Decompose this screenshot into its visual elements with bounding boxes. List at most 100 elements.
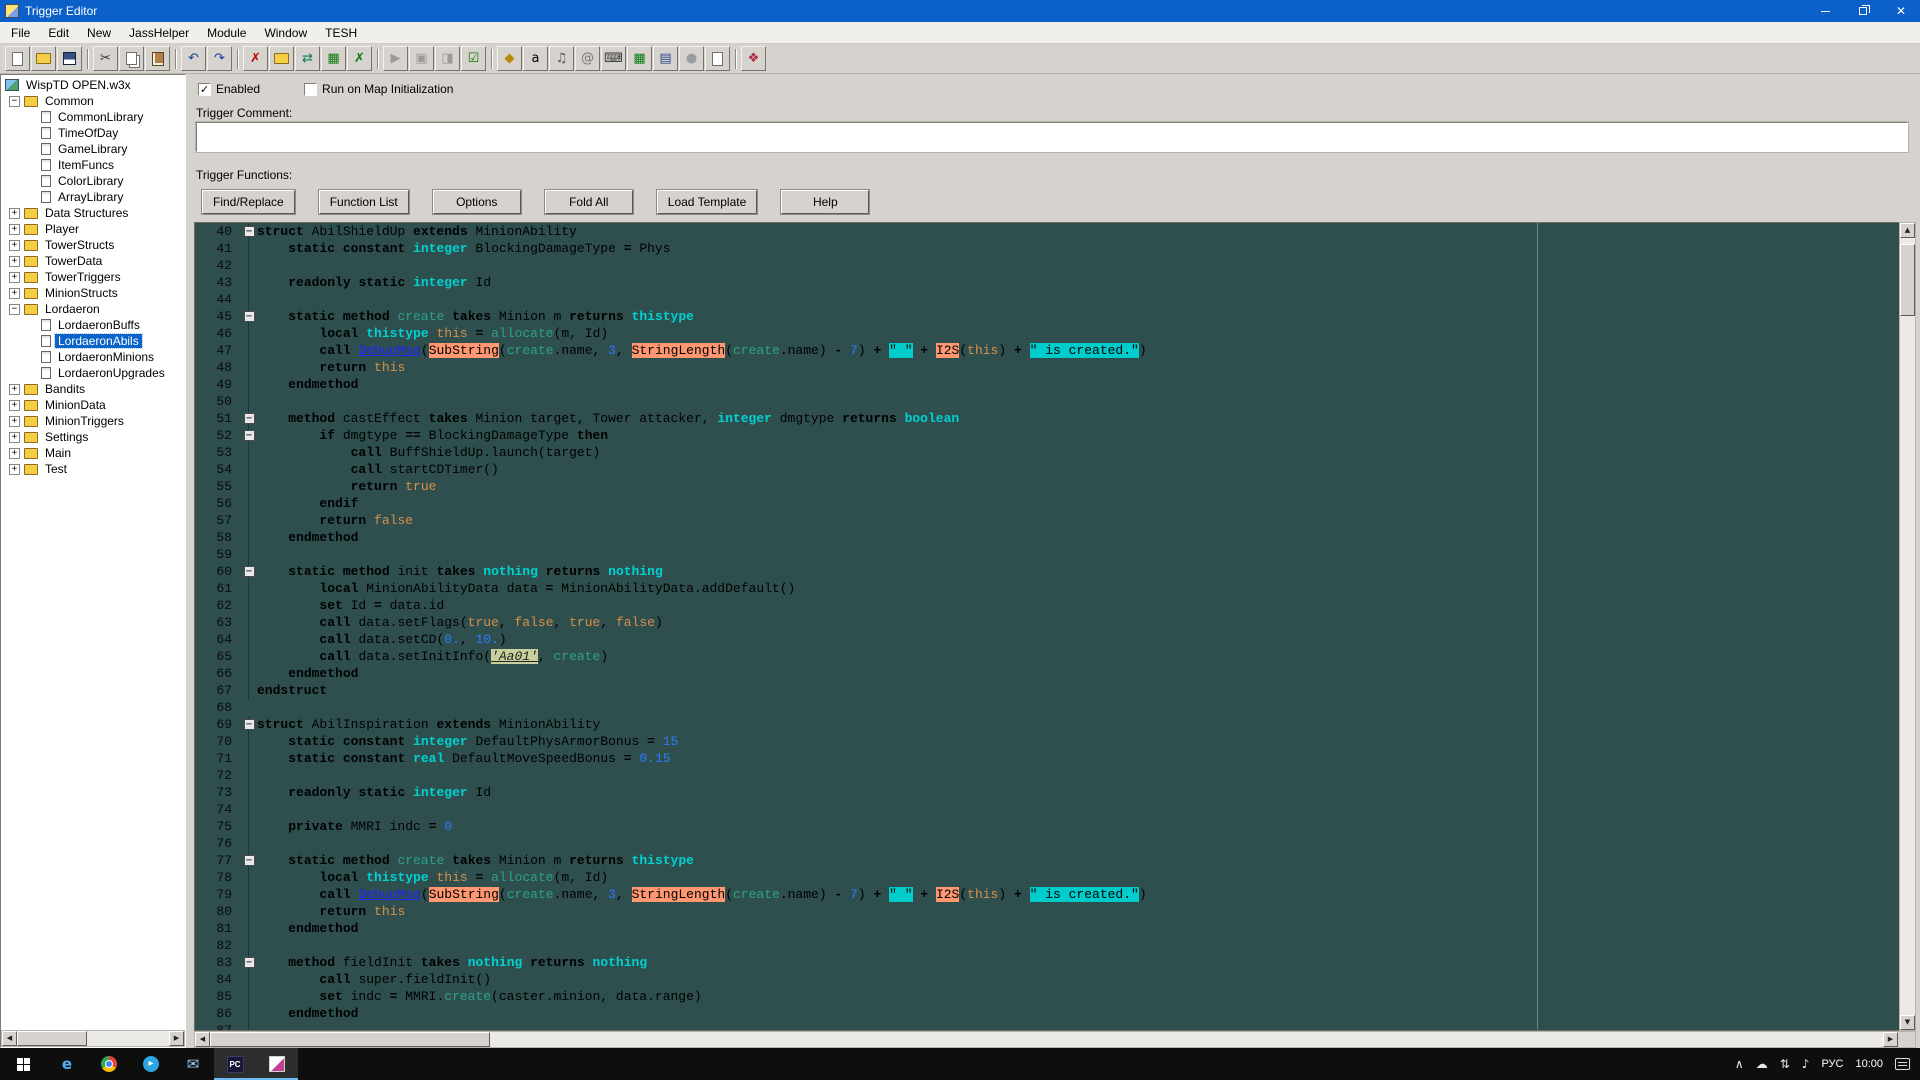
- scroll-thumb[interactable]: [17, 1031, 87, 1046]
- paste-button[interactable]: [145, 46, 170, 71]
- sound-button[interactable]: ♫: [549, 46, 574, 71]
- tree-item-colorlibrary[interactable]: ColorLibrary: [1, 173, 185, 189]
- tree-item-arraylibrary[interactable]: ArrayLibrary: [1, 189, 185, 205]
- helmet-button[interactable]: ●: [679, 46, 704, 71]
- load-template-button[interactable]: Load Template: [656, 190, 758, 214]
- volume-icon[interactable]: ♪: [1802, 1057, 1810, 1071]
- settings-button[interactable]: ❖: [741, 46, 766, 71]
- hidden-icons-chevron[interactable]: ∧: [1735, 1057, 1744, 1071]
- trigger-comment-input[interactable]: [195, 121, 1909, 153]
- tree-item-gamelibrary[interactable]: GameLibrary: [1, 141, 185, 157]
- scroll-right-arrow[interactable]: ▶: [1883, 1032, 1898, 1047]
- tree-item-lordaeronminions[interactable]: LordaeronMinions: [1, 349, 185, 365]
- check-map-script-button[interactable]: ▦: [321, 46, 346, 71]
- scroll-track[interactable]: [17, 1031, 169, 1046]
- tree-item-commonlibrary[interactable]: CommonLibrary: [1, 109, 185, 125]
- tree-item-towerstructs[interactable]: + TowerStructs: [1, 237, 185, 253]
- fold-marker-icon[interactable]: −: [241, 410, 257, 427]
- test-map-button[interactable]: ◨: [435, 46, 460, 71]
- tree-item-minionstructs[interactable]: + MinionStructs: [1, 285, 185, 301]
- tree-item-lordaeron[interactable]: − Lordaeron: [1, 301, 185, 317]
- expand-icon[interactable]: +: [9, 255, 20, 267]
- taskbar-app-trigger-editor[interactable]: [256, 1048, 298, 1080]
- save-map-button[interactable]: ▣: [409, 46, 434, 71]
- fold-collapse-icon[interactable]: −: [243, 957, 255, 968]
- expand-icon[interactable]: +: [9, 415, 20, 427]
- fold-all-button[interactable]: Fold All: [544, 190, 633, 214]
- language-indicator[interactable]: РУС: [1821, 1058, 1843, 1070]
- fold-collapse-icon[interactable]: −: [243, 413, 255, 424]
- tree-item-player[interactable]: + Player: [1, 221, 185, 237]
- tree-item-timeofday[interactable]: TimeOfDay: [1, 125, 185, 141]
- tree-item-data-structures[interactable]: + Data Structures: [1, 205, 185, 221]
- fold-marker-icon[interactable]: −: [241, 427, 257, 444]
- tree-item-miniontriggers[interactable]: + MinionTriggers: [1, 413, 185, 429]
- fold-collapse-icon[interactable]: −: [243, 430, 255, 441]
- tree-item-towertriggers[interactable]: + TowerTriggers: [1, 269, 185, 285]
- menu-item-jasshelper[interactable]: JassHelper: [120, 23, 198, 43]
- scroll-thumb[interactable]: [1900, 244, 1915, 316]
- fold-marker-icon[interactable]: −: [241, 954, 257, 971]
- expand-icon[interactable]: +: [9, 271, 20, 283]
- tree-item-towerdata[interactable]: + TowerData: [1, 253, 185, 269]
- taskbar-app-mail[interactable]: ✉: [172, 1048, 214, 1080]
- scroll-left-arrow[interactable]: ◀: [2, 1031, 17, 1046]
- open-button[interactable]: [31, 46, 56, 71]
- fold-collapse-icon[interactable]: −: [243, 719, 255, 730]
- expand-icon[interactable]: +: [9, 447, 20, 459]
- run-on-init-checkbox[interactable]: Run on Map Initialization: [304, 82, 453, 96]
- taskbar-app-edge[interactable]: e: [46, 1048, 88, 1080]
- network-icon[interactable]: ⇅: [1780, 1057, 1790, 1071]
- keyboard-button[interactable]: ⌨: [601, 46, 626, 71]
- function-list-button[interactable]: Function List: [318, 190, 409, 214]
- tree-item-itemfuncs[interactable]: ItemFuncs: [1, 157, 185, 173]
- expand-icon[interactable]: +: [9, 239, 20, 251]
- code-editor[interactable]: 40− struct AbilShieldUp extends MinionAbi…: [194, 222, 1899, 1031]
- expand-icon[interactable]: +: [9, 431, 20, 443]
- fold-collapse-icon[interactable]: −: [243, 311, 255, 322]
- expand-icon[interactable]: +: [9, 463, 20, 475]
- copy-button[interactable]: [119, 46, 144, 71]
- save-button[interactable]: [57, 46, 82, 71]
- convert-button[interactable]: ⇄: [295, 46, 320, 71]
- taskbar-app-world-editor[interactable]: PC: [214, 1048, 256, 1080]
- scroll-track[interactable]: [210, 1032, 1883, 1047]
- fold-collapse-icon[interactable]: −: [243, 226, 255, 237]
- export-script-button[interactable]: ▤: [653, 46, 678, 71]
- run-map-button[interactable]: ▶: [383, 46, 408, 71]
- globe-button[interactable]: @: [575, 46, 600, 71]
- fold-collapse-icon[interactable]: −: [243, 855, 255, 866]
- taskbar-app-chrome[interactable]: [88, 1048, 130, 1080]
- tesh-settings-button[interactable]: a: [523, 46, 548, 71]
- tree-item-miniondata[interactable]: + MinionData: [1, 397, 185, 413]
- checklist-button[interactable]: ☑: [461, 46, 486, 71]
- menu-item-file[interactable]: File: [2, 23, 39, 43]
- menu-item-new[interactable]: New: [78, 23, 120, 43]
- help-button[interactable]: Help: [781, 190, 870, 214]
- scroll-left-arrow[interactable]: ◀: [195, 1032, 210, 1047]
- fold-marker-icon[interactable]: −: [241, 852, 257, 869]
- grid-button[interactable]: ▦: [627, 46, 652, 71]
- menu-item-window[interactable]: Window: [255, 23, 316, 43]
- fold-marker-icon[interactable]: −: [241, 308, 257, 325]
- cut-button[interactable]: ✂: [93, 46, 118, 71]
- scroll-thumb[interactable]: [210, 1032, 490, 1047]
- delete-trigger-button[interactable]: ✗: [243, 46, 268, 71]
- editor-horizontal-scrollbar[interactable]: ◀ ▶: [194, 1031, 1916, 1048]
- enabled-checkbox[interactable]: ✓ Enabled: [198, 82, 260, 96]
- scroll-right-arrow[interactable]: ▶: [169, 1031, 184, 1046]
- new-button[interactable]: [5, 46, 30, 71]
- new-category-button[interactable]: [269, 46, 294, 71]
- taskbar-app-telegram[interactable]: ▸: [130, 1048, 172, 1080]
- page-arrow-button[interactable]: [705, 46, 730, 71]
- clock[interactable]: 10:00: [1855, 1058, 1883, 1070]
- scroll-down-arrow[interactable]: ▼: [1900, 1015, 1915, 1030]
- expand-icon[interactable]: +: [9, 383, 20, 395]
- undo-button[interactable]: ↶: [181, 46, 206, 71]
- expand-icon[interactable]: +: [9, 223, 20, 235]
- notification-icon[interactable]: [1895, 1058, 1910, 1070]
- scroll-track[interactable]: [1900, 238, 1915, 1015]
- close-button[interactable]: ✕: [1882, 0, 1920, 22]
- tree-horizontal-scrollbar[interactable]: ◀ ▶: [1, 1030, 185, 1047]
- collapse-icon[interactable]: −: [9, 303, 20, 315]
